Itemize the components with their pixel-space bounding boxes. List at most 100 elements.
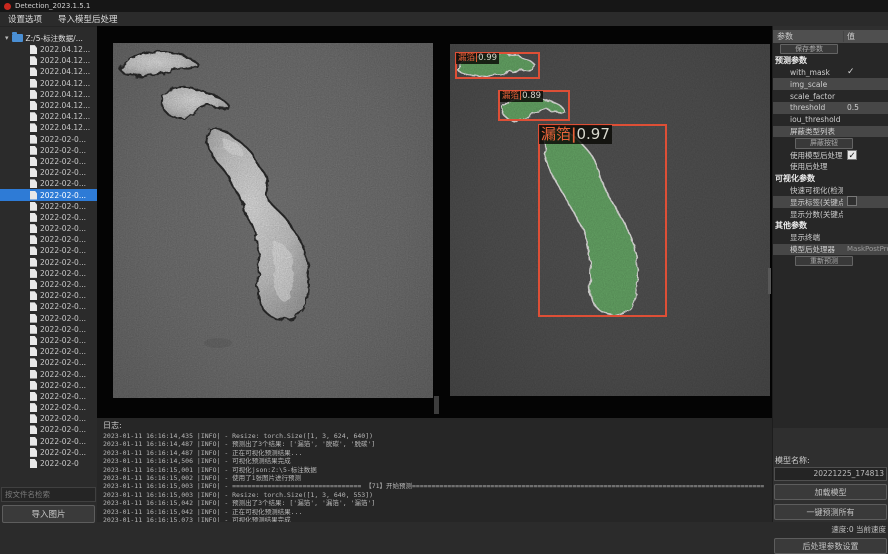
tree-item-label: 2022-02-0...	[40, 235, 86, 244]
param-row[interactable]: 显示终端	[773, 232, 888, 244]
title-bar: Detection_2023.1.5.1	[0, 0, 888, 12]
predict-all-button[interactable]: 一键预测所有	[774, 504, 887, 520]
postprocess-settings-button[interactable]: 后处理参数设置	[774, 538, 887, 554]
param-row[interactable]: 使用后处理	[773, 161, 888, 173]
tree-item[interactable]: 2022.04.12...	[0, 55, 97, 66]
log-line: 2023-01-11 16:16:15,073 |INFO| - 可视化预测结果…	[97, 516, 772, 522]
tree-item[interactable]: 2022-02-0...	[0, 402, 97, 413]
tree-item[interactable]: 2022-02-0...	[0, 335, 97, 346]
tree-item[interactable]: 2022.04.12...	[0, 44, 97, 55]
tree-item-label: 2022-02-0...	[40, 135, 86, 144]
tree-item[interactable]: 2022-02-0...	[0, 447, 97, 458]
tree-item[interactable]: 2022-02-0...	[0, 223, 97, 234]
param-value: MaskPostPro	[843, 245, 888, 253]
tree-item[interactable]: 2022-02-0...	[0, 257, 97, 268]
tree-item[interactable]: 2022-02-0...	[0, 391, 97, 402]
param-name: threshold	[773, 103, 843, 112]
speed-status-text: 速度:0 当前速度	[774, 524, 886, 535]
tree-item[interactable]: 2022-02-0	[0, 458, 97, 469]
viewer-scrollbar[interactable]	[768, 268, 771, 294]
param-button[interactable]: 屏蔽按钮	[795, 138, 853, 149]
splitter-handle[interactable]	[434, 396, 439, 414]
param-button[interactable]: 保存参数	[780, 44, 838, 55]
model-name-label: 模型名称:	[775, 455, 810, 466]
tree-item[interactable]: 2022-02-0...	[0, 279, 97, 290]
param-row[interactable]: 显示分数(关键点)	[773, 208, 888, 220]
tree-item[interactable]: 2022-02-0...	[0, 145, 97, 156]
tree-item[interactable]: 2022-02-0...	[0, 290, 97, 301]
file-tree: ▾ Z:/5-标注数据/... 2022.04.12...2022.04.12.…	[0, 32, 97, 482]
tree-item[interactable]: 2022-02-0...	[0, 134, 97, 145]
tree-item[interactable]: 2022-02-0...	[0, 268, 97, 279]
param-button[interactable]: 重新预测	[795, 256, 853, 267]
menu-import-postprocess[interactable]: 导入模型后处理	[58, 13, 118, 25]
tree-item[interactable]: 2022-02-0...	[0, 424, 97, 435]
tree-item[interactable]: 2022-02-0...	[0, 324, 97, 335]
load-model-button[interactable]: 加载模型	[774, 484, 887, 500]
tree-item[interactable]: 2022-02-0...	[0, 156, 97, 167]
tree-item[interactable]: 2022-02-0...	[0, 201, 97, 212]
param-row[interactable]: scale_factor	[773, 90, 888, 102]
tree-item-label: 2022.04.12...	[40, 56, 90, 65]
tree-item-label: 2022-02-0...	[40, 146, 86, 155]
param-row[interactable]: iou_threshold	[773, 114, 888, 126]
prediction-image-panel[interactable]: 漏箔|0.99 漏箔|0.89 漏箔|0.97	[450, 44, 770, 396]
param-row[interactable]: 模型后处理器MaskPostPro	[773, 244, 888, 256]
import-images-button[interactable]: 导入图片	[2, 505, 95, 523]
tree-item[interactable]: 2022.04.12...	[0, 100, 97, 111]
tree-item[interactable]: 2022.04.12...	[0, 89, 97, 100]
detection-box-3	[538, 124, 667, 317]
tree-item[interactable]: 2022-02-0...	[0, 245, 97, 256]
param-row[interactable]: 使用模型后处理 ✓	[773, 149, 888, 161]
param-row[interactable]: 显示标签(关键点)	[773, 196, 888, 208]
param-value: ✓	[843, 67, 888, 77]
tree-item[interactable]: 2022-02-0...	[0, 212, 97, 223]
tree-item[interactable]: 2022.04.12...	[0, 78, 97, 89]
file-icon	[30, 67, 37, 76]
param-name: 使用模型后处理	[773, 150, 843, 161]
tree-item[interactable]: 2022-02-0...	[0, 413, 97, 424]
tree-item[interactable]: 2022.04.12...	[0, 122, 97, 133]
file-tree-items: 2022.04.12...2022.04.12...2022.04.12...2…	[0, 44, 97, 469]
tree-root[interactable]: ▾ Z:/5-标注数据/...	[0, 32, 97, 44]
param-row[interactable]: 屏蔽类型列表	[773, 126, 888, 138]
tree-item[interactable]: 2022.04.12...	[0, 111, 97, 122]
caret-down-icon[interactable]: ▾	[5, 34, 9, 42]
param-value	[843, 196, 888, 208]
source-image-panel[interactable]	[113, 43, 433, 398]
menu-settings[interactable]: 设置选项	[8, 13, 42, 25]
tree-item-label: 2022-02-0...	[40, 213, 86, 222]
param-row[interactable]: with_mask✓	[773, 67, 888, 79]
tree-item[interactable]: 2022-02-0...	[0, 189, 97, 200]
tree-item[interactable]: 2022-02-0...	[0, 346, 97, 357]
param-name: 模型后处理器	[773, 244, 843, 255]
file-icon	[30, 224, 37, 233]
param-name: 屏蔽类型列表	[773, 126, 843, 137]
param-button-row: 保存参数	[773, 43, 888, 55]
checkbox-checked-icon[interactable]: ✓	[847, 150, 857, 160]
model-name-field[interactable]: 20221225_174813	[774, 467, 887, 481]
tree-item-label: 2022-02-0...	[40, 336, 86, 345]
param-row[interactable]: threshold0.5	[773, 102, 888, 114]
param-row[interactable]: img_scale	[773, 78, 888, 90]
tree-item[interactable]: 2022-02-0...	[0, 436, 97, 447]
tree-item-label: 2022-02-0...	[40, 258, 86, 267]
tree-item[interactable]: 2022-02-0...	[0, 313, 97, 324]
tree-item[interactable]: 2022-02-0...	[0, 380, 97, 391]
file-icon	[30, 347, 37, 356]
file-icon	[30, 459, 37, 468]
tree-item[interactable]: 2022-02-0...	[0, 368, 97, 379]
tree-item[interactable]: 2022.04.12...	[0, 66, 97, 77]
tree-item[interactable]: 2022-02-0...	[0, 357, 97, 368]
checkbox-empty-icon[interactable]	[847, 196, 857, 206]
tree-item[interactable]: 2022-02-0...	[0, 301, 97, 312]
tree-item[interactable]: 2022-02-0...	[0, 178, 97, 189]
param-name: scale_factor	[773, 92, 843, 101]
tree-item[interactable]: 2022-02-0...	[0, 167, 97, 178]
tree-item-label: 2022-02-0...	[40, 370, 86, 379]
search-input[interactable]	[1, 487, 96, 502]
tree-item-label: 2022-02-0...	[40, 403, 86, 412]
tree-item[interactable]: 2022-02-0...	[0, 234, 97, 245]
param-row[interactable]: 快速可视化(检测)	[773, 185, 888, 197]
log-line: 2023-01-11 16:16:15,003 |INFO| - =======…	[97, 482, 772, 490]
